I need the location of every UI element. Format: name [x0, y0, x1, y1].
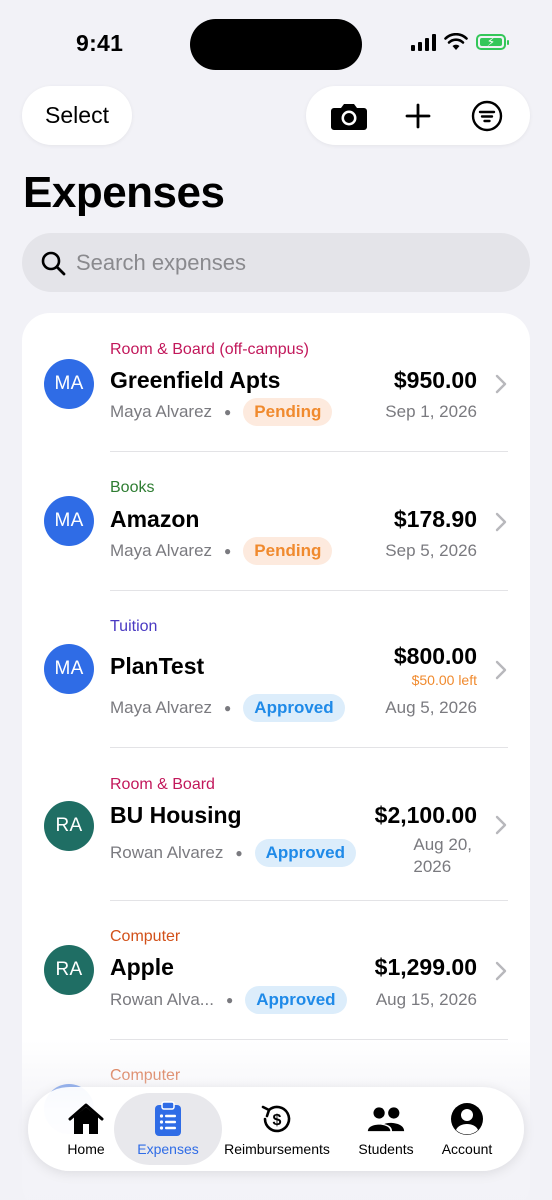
expense-amount: $800.00 — [393, 643, 477, 669]
expense-row[interactable]: MA Books Amazon Maya Alvarez ● Pending $1… — [22, 452, 530, 590]
avatar: MA — [44, 644, 94, 694]
avatar: MA — [44, 496, 94, 546]
avatar: RA — [44, 945, 94, 995]
expense-person: Maya Alvarez ● Pending — [110, 398, 333, 426]
separator-dot: ● — [235, 846, 243, 860]
separator-dot: ● — [224, 544, 232, 558]
person-name: Maya Alvarez — [110, 541, 213, 560]
separator-dot: ● — [224, 405, 232, 419]
camera-icon — [330, 103, 367, 130]
status-badge: Pending — [243, 537, 333, 565]
search-input[interactable] — [76, 249, 476, 276]
filter-button[interactable] — [462, 91, 512, 141]
person-name: Rowan Alva... — [110, 990, 214, 1009]
tab-label: Account — [441, 1141, 493, 1157]
search-bar[interactable] — [22, 233, 530, 292]
person-name: Maya Alvarez — [110, 402, 213, 421]
avatar: RA — [44, 801, 94, 851]
expense-date: Aug 5, 2026 — [385, 698, 477, 717]
separator-dot: ● — [225, 993, 234, 1007]
tab-label: Home — [67, 1141, 105, 1157]
tab-label: Reimbursements — [224, 1141, 330, 1157]
svg-text:$: $ — [273, 1112, 282, 1129]
expense-date-line: Aug 20, — [413, 835, 472, 854]
status-badge: Approved — [254, 839, 356, 867]
expense-person: Rowan Alvarez ● Approved — [110, 839, 356, 867]
wifi-icon — [444, 33, 468, 50]
chevron-right-icon — [495, 961, 507, 981]
plus-icon — [405, 103, 431, 128]
expense-row[interactable]: MA Tuition PlanTest Maya Alvarez ● Approv… — [22, 591, 530, 747]
expense-date: Aug 20, 2026 — [413, 834, 472, 878]
person-name: Maya Alvarez — [110, 698, 213, 717]
tab-label: Students — [358, 1141, 414, 1157]
house-icon — [68, 1103, 104, 1134]
chevron-right-icon — [495, 512, 507, 532]
status-badge: Approved — [245, 986, 347, 1014]
add-expense-button[interactable] — [393, 91, 443, 141]
expense-merchant: Amazon — [110, 506, 200, 532]
status-time: 9:41 — [76, 30, 124, 56]
chevron-right-icon — [495, 815, 507, 835]
expense-date: Sep 5, 2026 — [385, 541, 477, 560]
tab-label: Expenses — [137, 1141, 199, 1157]
select-button[interactable]: Select — [22, 86, 132, 145]
header-actions — [306, 86, 530, 145]
expense-merchant: Apple — [110, 954, 174, 980]
expense-date: Aug 15, 2026 — [375, 990, 477, 1009]
tab-reimbursements[interactable]: $ Reimbursements — [218, 1087, 336, 1171]
chevron-right-icon — [495, 374, 507, 394]
expense-category: Tuition — [110, 618, 158, 635]
remaining-amount: $50.00 left — [411, 672, 477, 688]
expense-date: Sep 1, 2026 — [385, 402, 477, 421]
people-icon — [367, 1107, 405, 1132]
expense-amount: $2,100.00 — [374, 802, 477, 828]
expense-category: Room & Board (off-campus) — [110, 341, 309, 358]
clipboard-icon — [155, 1101, 181, 1136]
expense-amount: $950.00 — [393, 367, 477, 393]
page-title: Expenses — [23, 168, 225, 217]
expense-amount: $178.90 — [393, 506, 477, 532]
status-badge: Pending — [243, 398, 333, 426]
dollar-refresh-icon: $ — [261, 1105, 291, 1133]
expense-person: Maya Alvarez ● Pending — [110, 537, 333, 565]
expense-category: Computer — [110, 928, 181, 945]
chevron-right-icon — [495, 660, 507, 680]
expense-date-line: 2026 — [413, 857, 452, 876]
person-name: Rowan Alvarez — [110, 843, 224, 862]
avatar: MA — [44, 359, 94, 409]
person-circle-icon — [451, 1103, 483, 1135]
expense-merchant: BU Housing — [110, 802, 242, 828]
expense-merchant: Greenfield Apts — [110, 367, 281, 393]
expense-merchant: PlanTest — [110, 653, 205, 679]
expense-amount: $1,299.00 — [374, 954, 477, 980]
dynamic-island — [190, 19, 362, 70]
expense-person: Maya Alvarez ● Approved — [110, 694, 345, 722]
expense-row[interactable]: RA Room & Board BU Housing Rowan Alvarez… — [22, 748, 530, 900]
battery-charging-icon: ⚡ — [476, 34, 509, 50]
tab-account[interactable]: Account — [430, 1087, 504, 1171]
status-badge: Approved — [243, 694, 345, 722]
cellular-signal-icon — [411, 33, 436, 51]
status-icons: ⚡ — [411, 33, 509, 51]
tab-students[interactable]: Students — [346, 1087, 426, 1171]
search-icon — [41, 251, 66, 275]
expense-category: Books — [110, 479, 155, 496]
expense-list: MA Room & Board (off-campus) Greenfield … — [22, 313, 530, 1200]
expense-row[interactable]: RA Computer Apple Rowan Alva... ● Approve… — [22, 901, 530, 1039]
expense-row[interactable]: MA Room & Board (off-campus) Greenfield … — [22, 313, 530, 451]
camera-button[interactable] — [324, 91, 374, 141]
expense-category: Computer — [110, 1067, 181, 1084]
filter-icon — [472, 100, 503, 131]
expense-person: Rowan Alva... ● Approved — [110, 986, 347, 1014]
tab-expenses[interactable]: Expenses — [124, 1087, 212, 1171]
expense-category: Room & Board — [110, 776, 215, 793]
tab-bar: Home Expenses $ Reimbursements Students … — [28, 1087, 524, 1171]
separator-dot: ● — [224, 701, 232, 715]
tab-home[interactable]: Home — [48, 1087, 124, 1171]
